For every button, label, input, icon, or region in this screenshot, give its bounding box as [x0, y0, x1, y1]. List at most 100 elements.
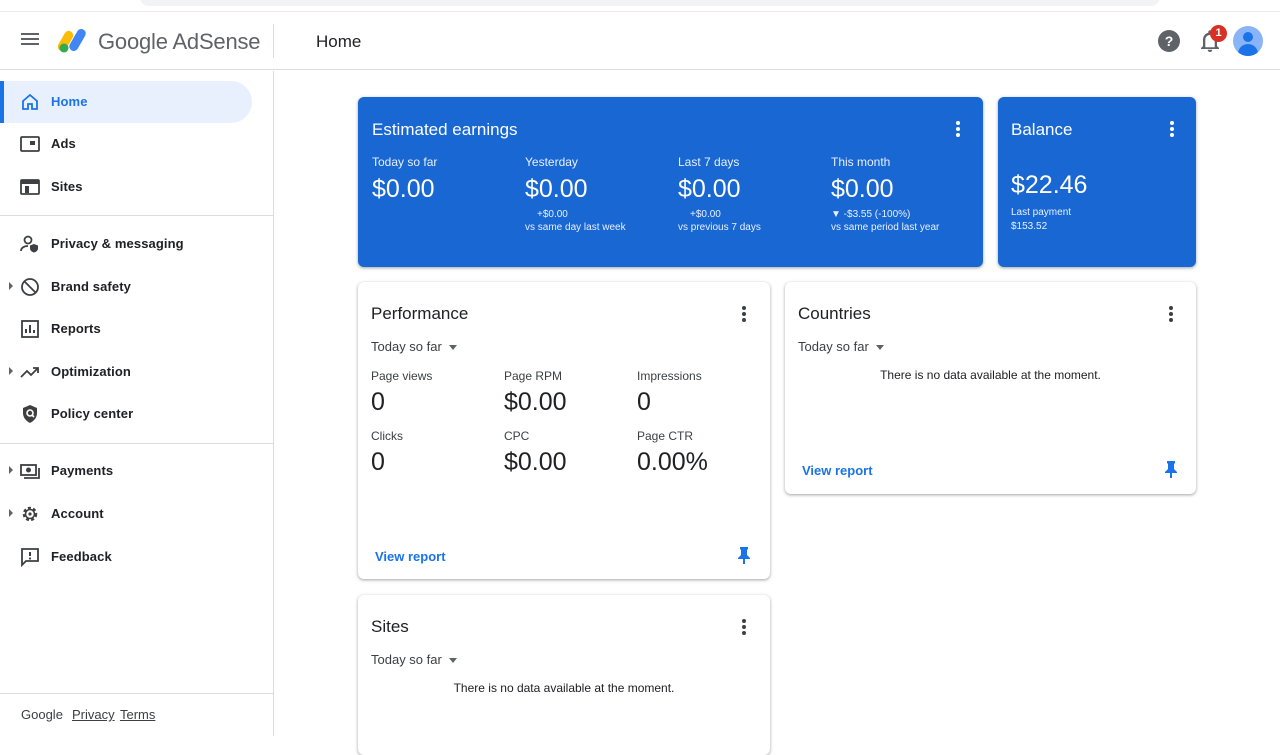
more-options-icon[interactable]: [736, 617, 752, 637]
date-range-dropdown[interactable]: Today so far: [371, 652, 457, 667]
dropdown-value: Today so far: [371, 339, 442, 354]
browser-address-bar[interactable]: [140, 0, 1160, 6]
sidebar-item-optimization[interactable]: Optimization: [0, 351, 252, 393]
earnings-today: Today so far $0.00: [372, 155, 437, 204]
sidebar-item-label: Ads: [51, 136, 76, 151]
adsense-logo: [58, 29, 86, 53]
sidebar-item-account[interactable]: Account: [0, 493, 252, 535]
ads-icon: [20, 136, 40, 152]
metric-value: 0: [371, 448, 385, 476]
earnings-delta: ▼ -$3.55 (-100%): [831, 209, 911, 220]
sidebar-item-label: Reports: [51, 321, 101, 336]
active-indicator: [0, 81, 4, 123]
view-report-link[interactable]: View report: [802, 463, 873, 478]
sidebar: Home Ads Sites Privacy & messaging Brand…: [0, 71, 274, 736]
privacy-icon: [20, 235, 38, 253]
view-report-link[interactable]: View report: [375, 549, 446, 564]
sidebar-item-label: Home: [51, 94, 88, 109]
date-range-dropdown[interactable]: Today so far: [371, 339, 457, 354]
earnings-value: $0.00: [525, 175, 588, 203]
pin-icon[interactable]: [737, 546, 751, 564]
metric-label: Page RPM: [504, 369, 563, 383]
estimated-earnings-card: Estimated earnings Today so far $0.00 Ye…: [358, 97, 983, 267]
earnings-compare: vs previous 7 days: [678, 222, 761, 233]
card-title: Countries: [798, 304, 871, 323]
more-options-icon[interactable]: [1163, 304, 1179, 324]
menu-icon[interactable]: [18, 30, 42, 54]
privacy-link[interactable]: Privacy: [72, 707, 115, 722]
earnings-compare: vs same period last year: [831, 222, 940, 233]
dropdown-arrow-icon: [448, 658, 457, 664]
expand-caret-icon[interactable]: [9, 367, 13, 375]
more-options-icon[interactable]: [950, 119, 966, 139]
earnings-this-month: This month $0.00 ▼ -$3.55 (-100%) vs sam…: [831, 155, 939, 234]
sidebar-item-label: Payments: [51, 463, 114, 478]
earnings-value: $0.00: [678, 175, 741, 203]
sidebar-item-sites[interactable]: Sites: [0, 166, 252, 208]
block-icon: [21, 278, 39, 296]
metric-value: 0.00%: [637, 448, 708, 476]
help-icon[interactable]: ?: [1158, 30, 1180, 52]
nav-divider: [0, 215, 273, 216]
metric-value: $0.00: [504, 388, 567, 416]
avatar[interactable]: [1233, 26, 1263, 56]
earnings-yesterday: Yesterday $0.00 +$0.00 vs same day last …: [525, 155, 626, 234]
gear-icon: [22, 506, 38, 522]
nav-divider: [0, 443, 273, 444]
expand-caret-icon[interactable]: [9, 282, 13, 290]
last-payment-value: $153.52: [1011, 221, 1048, 232]
pin-icon[interactable]: [1164, 460, 1178, 478]
metric-value: 0: [371, 388, 385, 416]
earnings-last-7-days: Last 7 days $0.00 +$0.00 vs previous 7 d…: [678, 155, 761, 234]
empty-state-message: There is no data available at the moment…: [880, 368, 1101, 382]
policy-icon: [23, 405, 37, 423]
terms-link[interactable]: Terms: [120, 707, 155, 722]
card-title: Balance: [1011, 120, 1073, 139]
sites-icon: [20, 179, 40, 195]
payments-icon: [20, 464, 40, 479]
header-divider: [273, 24, 274, 58]
more-options-icon[interactable]: [736, 304, 752, 324]
countries-card: Countries Today so far There is no data …: [785, 282, 1196, 494]
sidebar-item-privacy-messaging[interactable]: Privacy & messaging: [0, 223, 252, 265]
metric-clicks: Clicks 0: [371, 429, 403, 477]
expand-caret-icon[interactable]: [9, 466, 13, 474]
sidebar-item-reports[interactable]: Reports: [0, 308, 252, 350]
top-app-bar: Google AdSense Home ? 1: [0, 12, 1280, 70]
sidebar-item-policy-center[interactable]: Policy center: [0, 393, 252, 435]
sidebar-item-brand-safety[interactable]: Brand safety: [0, 266, 252, 308]
earnings-delta: +$0.00: [690, 209, 721, 220]
sidebar-item-feedback[interactable]: Feedback: [0, 536, 252, 578]
metric-label: Clicks: [371, 429, 403, 443]
sidebar-item-label: Policy center: [51, 406, 134, 421]
earnings-label: This month: [831, 155, 891, 169]
earnings-delta: +$0.00: [537, 209, 568, 220]
sidebar-item-label: Sites: [51, 179, 83, 194]
app-name: Google AdSense: [98, 29, 261, 54]
more-options-icon[interactable]: [1164, 119, 1180, 139]
earnings-compare: vs same day last week: [525, 222, 626, 233]
last-payment-label: Last payment: [1011, 207, 1072, 218]
metric-label: Page CTR: [637, 429, 694, 443]
earnings-value: $0.00: [831, 175, 894, 203]
sidebar-item-ads[interactable]: Ads: [0, 123, 252, 165]
reports-icon: [21, 320, 39, 338]
metric-label: Page views: [371, 369, 433, 383]
metric-cpc: CPC $0.00: [504, 429, 567, 477]
metric-page-views: Page views 0: [371, 369, 432, 417]
sidebar-item-home[interactable]: Home: [0, 81, 252, 123]
card-title: Estimated earnings: [372, 120, 518, 139]
metric-page-rpm: Page RPM $0.00: [504, 369, 567, 417]
metric-value: 0: [637, 388, 651, 416]
balance-card: Balance $22.46 Last payment $153.52: [998, 97, 1196, 267]
expand-caret-icon[interactable]: [9, 509, 13, 517]
home-icon: [22, 93, 38, 110]
metric-label: Impressions: [637, 369, 702, 383]
sidebar-item-label: Feedback: [51, 549, 112, 564]
card-title: Performance: [371, 304, 469, 323]
metric-value: $0.00: [504, 448, 567, 476]
browser-strip: [0, 0, 1280, 12]
date-range-dropdown[interactable]: Today so far: [798, 339, 884, 354]
footer-google: Google: [21, 707, 63, 722]
sidebar-item-payments[interactable]: Payments: [0, 450, 252, 492]
